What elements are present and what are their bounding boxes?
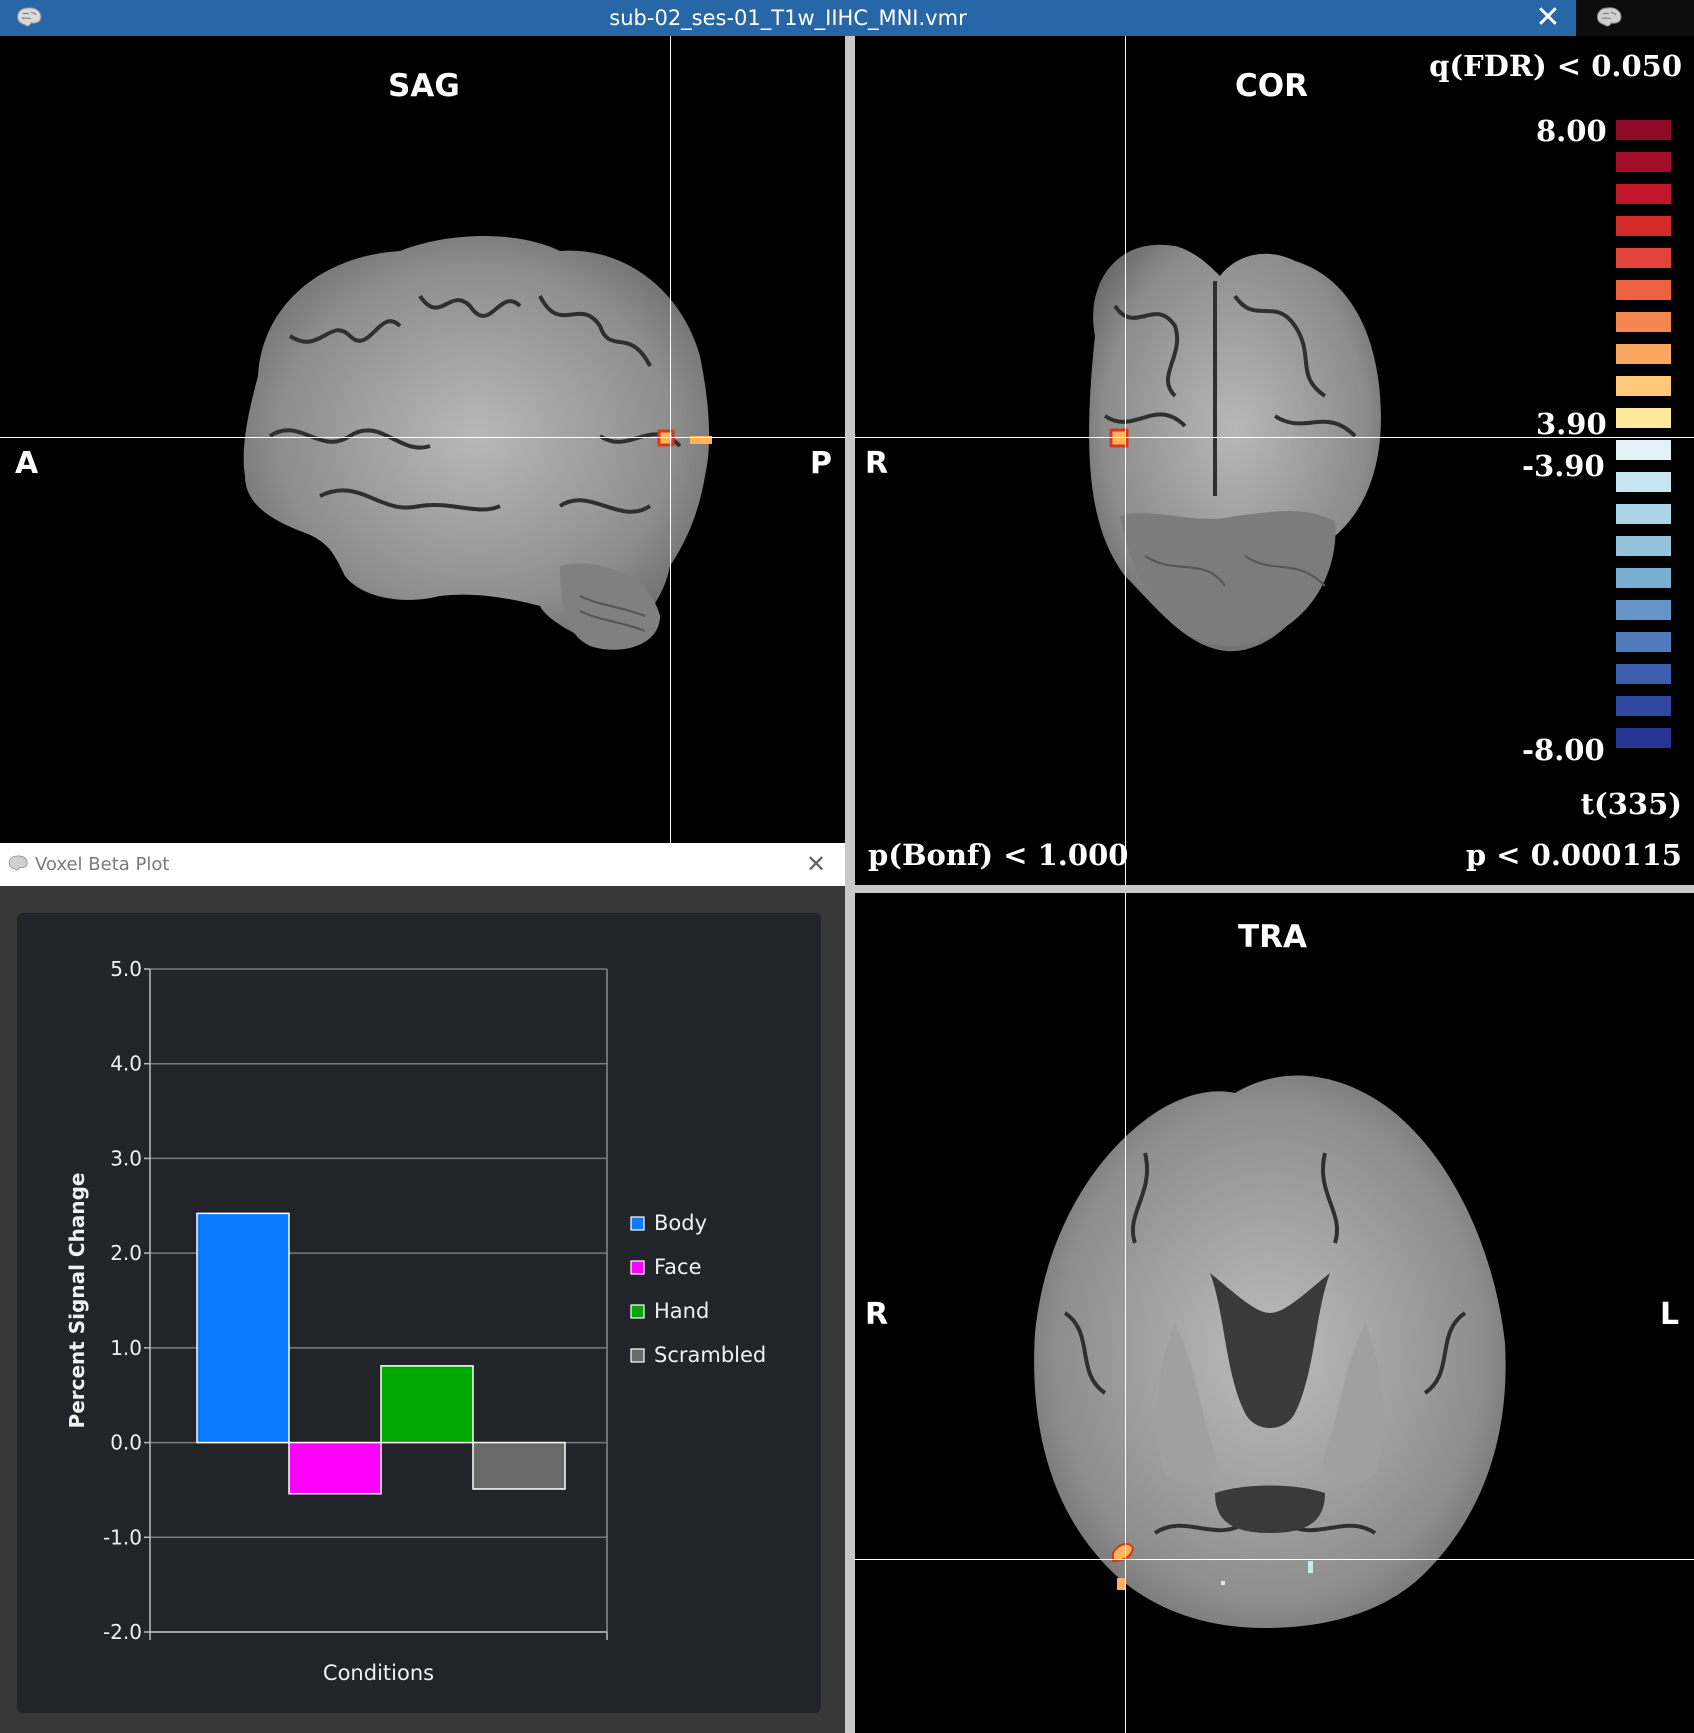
fdr-threshold-text: q(FDR) < 0.050 bbox=[1429, 49, 1682, 83]
colorbar-swatch-neg bbox=[1616, 728, 1671, 748]
voxel-plot-header: Voxel Beta Plot ✕ bbox=[0, 843, 845, 886]
bar-scrambled bbox=[472, 1441, 566, 1490]
plane-label-tra: TRA bbox=[1238, 919, 1308, 955]
orientation-label-left: L bbox=[1660, 1297, 1680, 1332]
voxel-plot-title: Voxel Beta Plot bbox=[35, 854, 170, 875]
y-tick-label: -2.0 bbox=[103, 1620, 142, 1644]
y-tick-label: -1.0 bbox=[103, 1525, 142, 1549]
colorbar-neg-threshold-label: -3.90 bbox=[1522, 449, 1605, 483]
colorbar-swatch-pos bbox=[1616, 184, 1671, 204]
colorbar-swatch-neg bbox=[1616, 664, 1671, 684]
colorbar-swatch-pos bbox=[1616, 408, 1671, 428]
plane-label-sag: SAG bbox=[388, 68, 460, 104]
legend-label: Body bbox=[654, 1211, 707, 1235]
colorbar-swatch-neg bbox=[1616, 472, 1671, 492]
colorbar-pos-threshold-label: 3.90 bbox=[1536, 407, 1607, 441]
crosshair-horizontal bbox=[855, 1559, 1694, 1560]
legend-label: Face bbox=[654, 1255, 702, 1279]
y-axis-label: Percent Signal Change bbox=[65, 1173, 89, 1429]
colorbar-min-label: -8.00 bbox=[1522, 733, 1605, 767]
y-tick-label: 5.0 bbox=[110, 957, 142, 981]
sagittal-view[interactable]: SAG A P bbox=[0, 36, 845, 843]
colorbar-swatch-pos bbox=[1616, 248, 1671, 268]
colorbar-swatch-pos bbox=[1616, 376, 1671, 396]
colorbar-swatch-pos bbox=[1616, 312, 1671, 332]
chart-card: -2.0 -1.0 0.0 1.0 2.0 3.0 4.0 5.0 Conditions Perc… bbox=[17, 913, 821, 1713]
x-axis-label: Conditions bbox=[323, 1661, 434, 1685]
window-title: sub-02_ses-01_T1w_IIHC_MNI.vmr bbox=[609, 6, 967, 30]
legend-label: Scrambled bbox=[654, 1343, 766, 1367]
secondary-tab[interactable] bbox=[1576, 0, 1694, 36]
y-tick-label: 0.0 bbox=[110, 1431, 142, 1455]
window-title-bar: sub-02_ses-01_T1w_IIHC_MNI.vmr ✕ bbox=[0, 0, 1576, 36]
crosshair-vertical bbox=[1125, 36, 1126, 885]
legend-swatch bbox=[630, 1216, 645, 1231]
legend-swatch bbox=[630, 1348, 645, 1363]
orientation-label-posterior: P bbox=[810, 446, 832, 481]
colorbar-swatch-pos bbox=[1616, 152, 1671, 172]
brain-app-icon bbox=[8, 855, 28, 871]
transversal-brain-slice bbox=[1034, 1075, 1506, 1628]
t-stat-label: t(335) bbox=[1580, 787, 1682, 821]
y-tick-label: 1.0 bbox=[110, 1336, 142, 1360]
colorbar-swatch-pos bbox=[1616, 344, 1671, 364]
colorbar-swatch-neg bbox=[1616, 696, 1671, 716]
crosshair-vertical bbox=[670, 36, 671, 843]
colorbar-swatch-neg bbox=[1616, 600, 1671, 620]
transversal-view[interactable]: TRA R L bbox=[855, 893, 1694, 1733]
close-voxel-plot-icon[interactable]: ✕ bbox=[801, 849, 831, 879]
bonferroni-text: p(Bonf) < 1.000 bbox=[868, 838, 1129, 872]
crosshair-vertical bbox=[1125, 893, 1126, 1733]
close-window-icon[interactable]: ✕ bbox=[1534, 3, 1562, 33]
horizontal-splitter[interactable] bbox=[855, 885, 1694, 893]
colorbar-max-label: 8.00 bbox=[1536, 114, 1607, 148]
y-tick-label: 2.0 bbox=[110, 1241, 142, 1265]
colorbar-swatch-neg bbox=[1616, 536, 1671, 556]
colorbar-swatch-pos bbox=[1616, 120, 1671, 140]
vertical-splitter[interactable] bbox=[845, 36, 855, 1733]
colorbar-swatch-pos bbox=[1616, 216, 1671, 236]
colorbar-swatch-pos bbox=[1616, 280, 1671, 300]
bar-body bbox=[196, 1212, 290, 1444]
p-threshold-text: p < 0.000115 bbox=[1465, 838, 1682, 872]
legend-swatch bbox=[630, 1304, 645, 1319]
beta-bar-chart: -2.0 -1.0 0.0 1.0 2.0 3.0 4.0 5.0 Conditions Perc… bbox=[65, 957, 766, 1685]
brain-app-icon bbox=[1597, 7, 1622, 27]
orientation-label-right: R bbox=[865, 1297, 889, 1332]
orientation-label-anterior: A bbox=[15, 446, 39, 481]
legend-swatch bbox=[630, 1260, 645, 1275]
bar-hand bbox=[380, 1365, 474, 1444]
y-tick-label: 3.0 bbox=[110, 1146, 142, 1170]
y-tick-label: 4.0 bbox=[110, 1052, 142, 1076]
sagittal-brain-slice bbox=[243, 236, 712, 650]
colorbar-swatch-neg bbox=[1616, 568, 1671, 588]
bar-face bbox=[288, 1441, 382, 1495]
orientation-label-right: R bbox=[865, 446, 889, 481]
colorbar-swatch-neg bbox=[1616, 632, 1671, 652]
colorbar-swatch-neg bbox=[1616, 504, 1671, 524]
plane-label-cor: COR bbox=[1235, 68, 1308, 104]
colorbar-swatch-neg bbox=[1616, 440, 1671, 460]
crosshair-horizontal bbox=[0, 437, 845, 438]
legend-label: Hand bbox=[654, 1299, 709, 1323]
